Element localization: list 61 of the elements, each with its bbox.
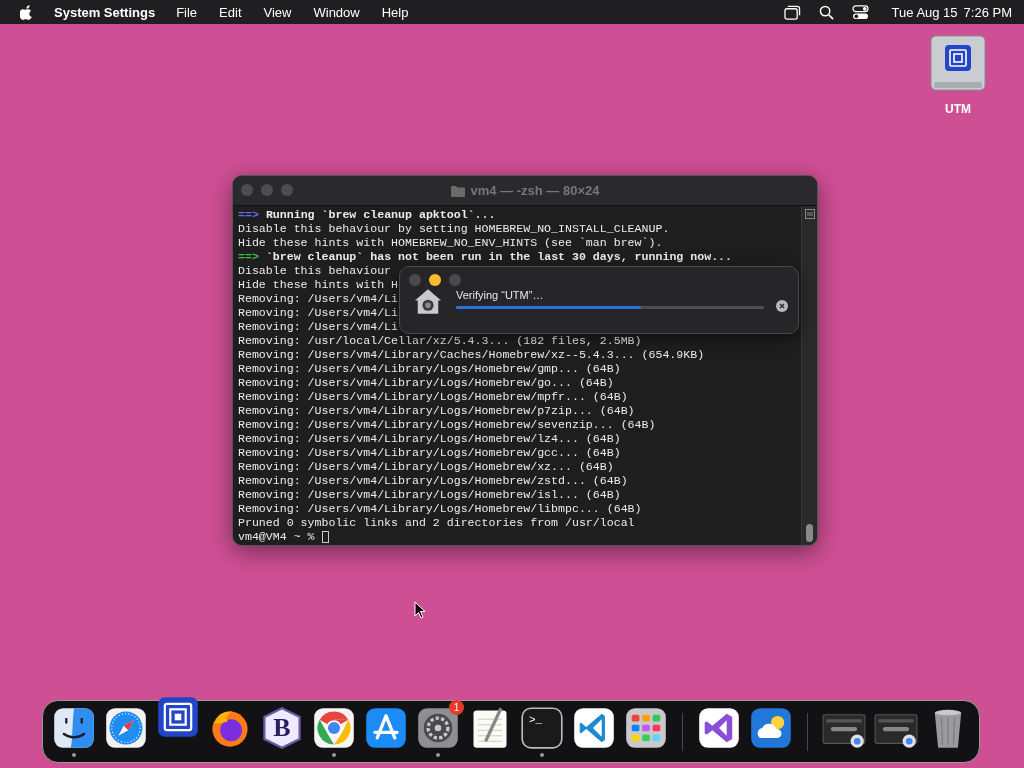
terminal-line: Removing: /Users/vm4/Library/Logs/Homebrew/zstd... (64B) [238, 474, 628, 488]
terminal-line: Removing: /Users/vm4/Library/Logs/Homebrew/sevenzip... (64B) [238, 418, 656, 432]
minimize-button[interactable] [429, 274, 441, 286]
notification-badge: 1 [449, 700, 464, 715]
menu-item[interactable]: File [176, 4, 198, 20]
letter-a-icon[interactable] [364, 706, 408, 750]
app-grid-icon[interactable] [624, 706, 668, 750]
terminal-line: Removing: /Users/vm4/Library/Logs/Homebrew/p7zip... (64B) [238, 404, 635, 418]
terminal-line: Pruned 0 symbolic links and 2 directories from /usr/local [238, 516, 635, 530]
terminal-line: Disable this behaviour [238, 264, 392, 278]
terminal-line: Removing: /Users/vm4/Li [238, 306, 399, 320]
menu-bar-time[interactable]: 7:26 PM [963, 4, 1012, 20]
terminal-line: Removing: /Users/vm4/Library/Logs/Homebrew/gmp... (64B) [238, 362, 621, 376]
cloud-sun-icon[interactable] [749, 706, 793, 750]
terminal-line: Removing: /Users/vm4/Library/Logs/Homebrew/lz4... (64B) [238, 432, 621, 446]
window-title: vm4 — -zsh — 80×24 [470, 183, 600, 198]
menu-item[interactable]: Edit [219, 4, 242, 20]
text-cursor [321, 531, 329, 543]
dialog-message: Verifying “UTM”… [456, 288, 545, 301]
app-menu[interactable]: System Settings [54, 4, 156, 20]
menu-item[interactable]: Window [313, 4, 360, 20]
terminal-icon[interactable]: >_ [520, 706, 564, 750]
terminal-line: Removing: /Users/vm4/Library/Caches/Homebrew/xz--5.4.3... (654.9KB) [238, 348, 705, 362]
terminal-line: Hide these hints with HOMEBREW_NO_ENV_HINTS (see `man brew`). [238, 236, 663, 250]
menu-item[interactable]: View [263, 4, 292, 20]
terminal-line: Removing: /Users/vm4/Library/Logs/Homebrew/go... (64B) [238, 376, 614, 390]
desktop-icon-label[interactable]: UTM [945, 102, 971, 116]
terminal-line: Removing: /Users/vm4/Li [238, 320, 399, 334]
terminal-line: Removing: /Users/vm4/Library/Logs/Homebrew/gcc... (64B) [238, 446, 621, 460]
terminal-line: Removing: /Users/vm4/Library/Logs/Homebrew/mpfr... (64B) [238, 390, 628, 404]
search-icon[interactable] [817, 4, 835, 20]
menu-bar-date[interactable]: Tue Aug 15 [891, 4, 958, 20]
windows-icon[interactable] [783, 4, 801, 20]
apple-logo-icon[interactable] [20, 4, 34, 20]
shell-prompt: vm4@VM4 ~ % [238, 530, 315, 544]
arrow-prompt: ==> [238, 208, 259, 222]
split-icon[interactable] [804, 209, 815, 219]
terminal-line: Removing: /Users/vm4/Li [238, 292, 399, 306]
toggles-icon[interactable] [851, 4, 869, 20]
terminal-line: Removing: /Users/vm4/Library/Logs/Homebrew/isl... (64B) [238, 488, 621, 502]
terminal-line: Running `brew cleanup apktool`... [265, 208, 496, 222]
cancel-button[interactable] [776, 299, 788, 312]
terminal-line: Removing: /usr/local/Cellar/xz/5.4.3... (182 files, 2.5MB) [238, 334, 642, 348]
nested-squares-icon[interactable] [156, 695, 200, 739]
arrow-prompt: ==> [238, 250, 259, 264]
face-icon[interactable] [52, 706, 96, 750]
terminal-line: Hide these hints with H [238, 278, 399, 292]
terminal-line: Removing: /Users/vm4/Library/Logs/Homebrew/libmpc... (64B) [238, 502, 642, 516]
mouse-pointer-icon [414, 601, 426, 619]
terminal-line: `brew cleanup` has not been run in the last 30 days, running now... [265, 250, 733, 264]
house-icon [414, 288, 442, 315]
menu-item[interactable]: Help [381, 4, 409, 20]
compass-icon[interactable] [104, 706, 148, 750]
terminal-line: Removing: /Users/vm4/Library/Logs/Homebrew/xz... (64B) [238, 460, 614, 474]
ribbon-icon[interactable] [697, 706, 741, 750]
letter-b-icon[interactable]: B [260, 706, 304, 750]
scroll-thumb[interactable] [806, 524, 813, 542]
drive-icon[interactable] [928, 34, 988, 94]
terminal-line: Disable this behaviour by setting HOMEBREW_NO_INSTALL_CLEANUP. [238, 222, 670, 236]
folder-icon [450, 184, 465, 197]
scroll-bar[interactable] [801, 206, 817, 545]
